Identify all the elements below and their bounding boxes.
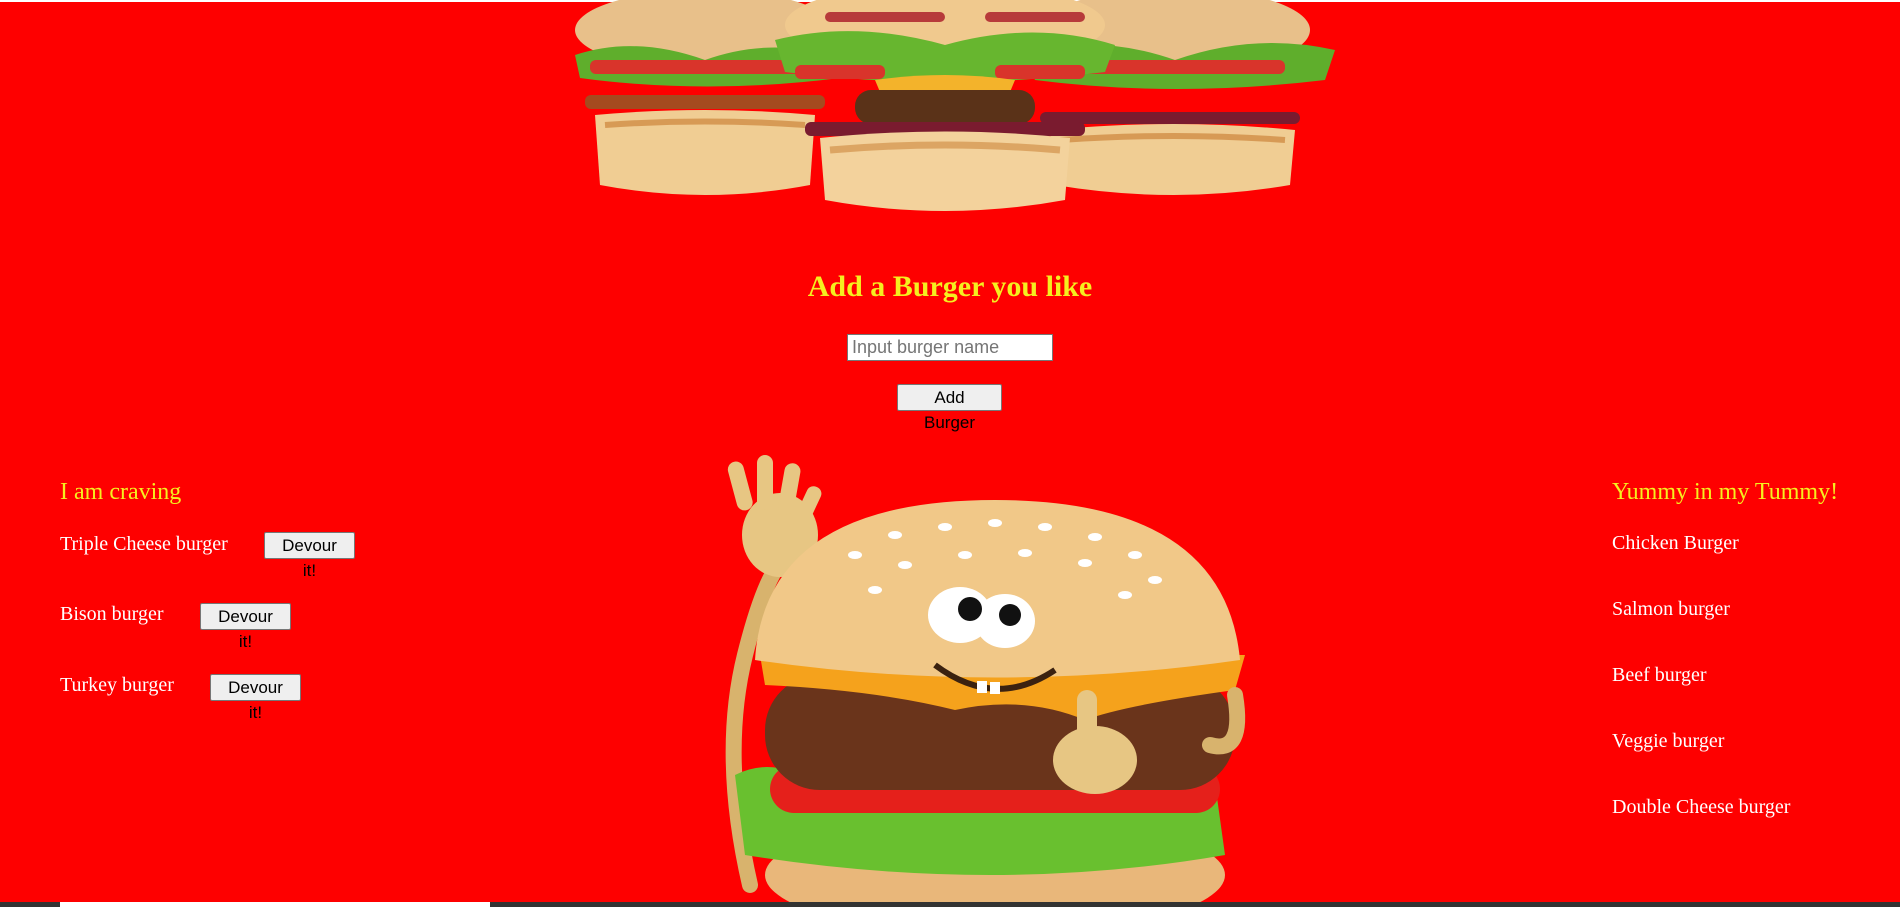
craving-item-name: Bison burger bbox=[60, 603, 164, 625]
horizontal-scrollbar-thumb[interactable] bbox=[60, 902, 490, 907]
devour-button[interactable]: Devour it! bbox=[210, 674, 301, 722]
devoured-item: Salmon burger bbox=[1612, 598, 1730, 620]
devoured-item: Chicken Burger bbox=[1612, 532, 1739, 554]
craving-item-name: Turkey burger bbox=[60, 674, 174, 696]
craving-heading: I am craving bbox=[60, 479, 182, 505]
devoured-item: Double Cheese burger bbox=[1612, 796, 1791, 818]
devour-button[interactable]: Devour it! bbox=[264, 532, 355, 580]
burger-name-input[interactable] bbox=[847, 334, 1053, 361]
devour-button[interactable]: Devour it! bbox=[200, 603, 291, 651]
craving-item-name: Triple Cheese burger bbox=[60, 533, 228, 555]
add-burger-heading: Add a Burger you like bbox=[807, 270, 1093, 303]
burger-trio-banner bbox=[575, 0, 1335, 211]
add-burger-button[interactable]: Add Burger bbox=[897, 384, 1002, 432]
waving-burger-mascot bbox=[725, 455, 1246, 907]
devoured-heading: Yummy in my Tummy! bbox=[1612, 479, 1839, 505]
devoured-item: Veggie burger bbox=[1612, 730, 1725, 752]
devoured-item: Beef burger bbox=[1612, 664, 1707, 686]
